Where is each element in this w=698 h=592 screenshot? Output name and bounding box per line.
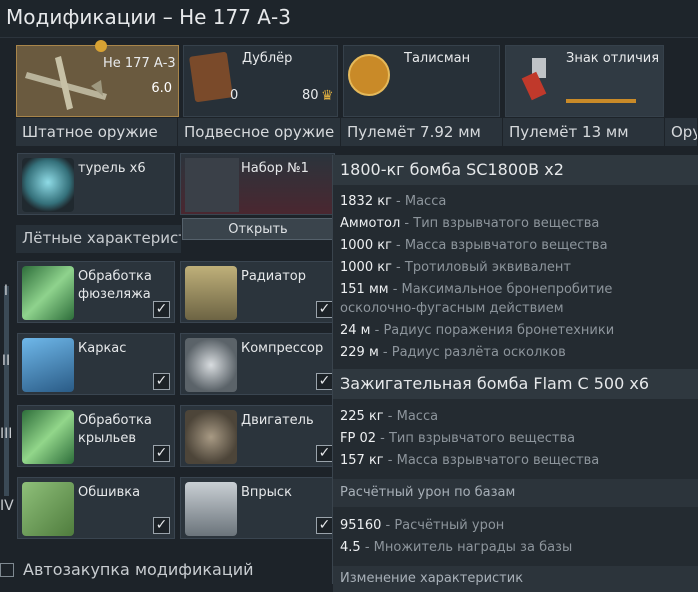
bomb1-row: Аммотол - Тип взрывчатого вещества xyxy=(340,216,600,231)
tab-mg-13[interactable]: Пулемёт 13 мм xyxy=(503,118,665,146)
mod-frame-checkbox[interactable]: ✓ xyxy=(153,373,170,390)
mod-injection[interactable]: Впрыск ✓ xyxy=(180,477,338,539)
mod-engine-checkbox[interactable]: ✓ xyxy=(316,445,333,462)
bomb2-row: FP 02 - Тип взрывчатого вещества xyxy=(340,431,576,446)
mod-engine-label: Двигатель xyxy=(241,413,314,428)
talisman-icon xyxy=(348,54,390,96)
talisman-label: Талисман xyxy=(404,51,471,66)
mod-frame-label: Каркас xyxy=(78,341,127,356)
bomb2-row: 157 кг - Масса взрывчатого вещества xyxy=(340,453,600,468)
changes-title: Изменение характеристик xyxy=(333,566,698,592)
damage-title: Расчётный урон по базам xyxy=(333,479,698,507)
mod-fuselage-label: Обработка фюзеляжа xyxy=(78,269,152,302)
fuselage-icon xyxy=(22,266,74,320)
mod-skin-label: Обшивка xyxy=(78,485,141,500)
open-button[interactable]: Открыть xyxy=(182,218,334,240)
flight-section-header: Лётные характеристики xyxy=(16,225,181,253)
backup-count: 0 xyxy=(230,88,239,103)
skin-icon xyxy=(22,482,74,536)
window-title: Модификации – Не 177 А-3 xyxy=(0,0,698,38)
mod-wings[interactable]: Обработка крыльев ✓ xyxy=(17,405,175,467)
mod-wings-checkbox[interactable]: ✓ xyxy=(153,445,170,462)
backup-price: 80 xyxy=(302,88,319,103)
mod-frame[interactable]: Каркас ✓ xyxy=(17,333,175,395)
plane-card[interactable]: Не 177 А-3 6.0 xyxy=(16,40,179,117)
injection-icon xyxy=(185,482,237,536)
tier-2: II xyxy=(1,353,11,369)
bomb1-row: 1832 кг - Масса xyxy=(340,194,447,209)
bomb1-row: 24 м - Радиус поражения бронетехники xyxy=(340,323,615,338)
bomb1-row: 229 м - Радиус разлёта осколков xyxy=(340,345,566,360)
damage-row: 4.5 - Множитель награды за базы xyxy=(340,540,573,555)
crew-cards-icon xyxy=(188,51,234,103)
bomb1-row-cont: осколочно-фугасным действием xyxy=(340,301,564,316)
damage-row: 95160 - Расчётный урон xyxy=(340,518,505,533)
mod-radiator[interactable]: Радиатор ✓ xyxy=(180,261,338,323)
bombs-icon xyxy=(185,158,239,212)
mod-injection-checkbox[interactable]: ✓ xyxy=(316,517,333,534)
tier-3: III xyxy=(0,426,13,442)
badge-card[interactable]: Знак отличия xyxy=(505,45,664,117)
plane-name: Не 177 А-3 xyxy=(103,56,176,71)
tab-standard-weapons[interactable]: Штатное оружие xyxy=(16,118,178,146)
compressor-icon xyxy=(185,338,237,392)
tab-more[interactable]: Ору xyxy=(665,118,698,146)
golden-eagle-icon: ♛ xyxy=(321,88,334,104)
mod-radiator-label: Радиатор xyxy=(241,269,306,284)
turret-icon xyxy=(22,158,74,212)
talisman-card[interactable]: Талисман xyxy=(343,45,500,117)
turret-label: турель х6 xyxy=(78,161,146,176)
bomb2-row: 225 кг - Масса xyxy=(340,409,439,424)
tab-mg-7-92[interactable]: Пулемёт 7.92 мм xyxy=(341,118,503,146)
badge-label: Знак отличия xyxy=(566,51,660,66)
bomb1-title: 1800-кг бомба SC1800B х2 xyxy=(333,155,698,185)
mod-compressor[interactable]: Компрессор ✓ xyxy=(180,333,338,395)
payload-set-mod[interactable]: Набор №1 xyxy=(180,153,335,215)
frame-icon xyxy=(22,338,74,392)
bomb1-row: 1000 кг - Масса взрывчатого вещества xyxy=(340,238,608,253)
tier-4: IV xyxy=(0,498,14,514)
mod-skin-checkbox[interactable]: ✓ xyxy=(153,517,170,534)
engine-icon xyxy=(185,410,237,464)
radiator-icon xyxy=(185,266,237,320)
autobuy-row[interactable]: Автозакупка модификаций xyxy=(0,559,330,584)
bomb-tooltip: 1800-кг бомба SC1800B х2 1832 кг - Масса… xyxy=(332,155,698,592)
premium-medal-icon xyxy=(95,40,107,52)
paint-brush-icon xyxy=(521,58,547,101)
autobuy-checkbox[interactable] xyxy=(0,563,14,577)
plane-icon xyxy=(25,56,107,110)
mod-fuselage-checkbox[interactable]: ✓ xyxy=(153,301,170,318)
payload-set-label: Набор №1 xyxy=(241,161,309,176)
mod-skin[interactable]: Обшивка ✓ xyxy=(17,477,175,539)
mod-wings-label: Обработка крыльев xyxy=(78,413,152,446)
bomb1-row: 1000 кг - Тротиловый эквивалент xyxy=(340,260,571,275)
tier-1: I xyxy=(3,283,9,299)
mod-compressor-checkbox[interactable]: ✓ xyxy=(316,373,333,390)
bomb2-title: Зажигательная бомба Flam C 500 х6 xyxy=(333,369,698,399)
bomb1-row: 151 мм - Максимальное бронепробитие xyxy=(340,282,613,297)
tier-rail xyxy=(4,286,9,496)
mod-compressor-label: Компрессор xyxy=(241,341,324,356)
backup-label: Дублёр xyxy=(242,51,293,66)
battle-rating: 6.0 xyxy=(151,81,172,96)
mod-radiator-checkbox[interactable]: ✓ xyxy=(316,301,333,318)
mod-injection-label: Впрыск xyxy=(241,485,292,500)
turret-mod[interactable]: турель х6 xyxy=(17,153,175,215)
mod-engine[interactable]: Двигатель ✓ xyxy=(180,405,338,467)
wings-icon xyxy=(22,410,74,464)
mod-fuselage[interactable]: Обработка фюзеляжа ✓ xyxy=(17,261,175,323)
autobuy-label: Автозакупка модификаций xyxy=(23,560,254,579)
badge-progress xyxy=(566,99,636,103)
backup-card[interactable]: Дублёр 0 80 ♛ xyxy=(183,45,338,117)
tab-payload-weapons[interactable]: Подвесное оружие xyxy=(178,118,341,146)
